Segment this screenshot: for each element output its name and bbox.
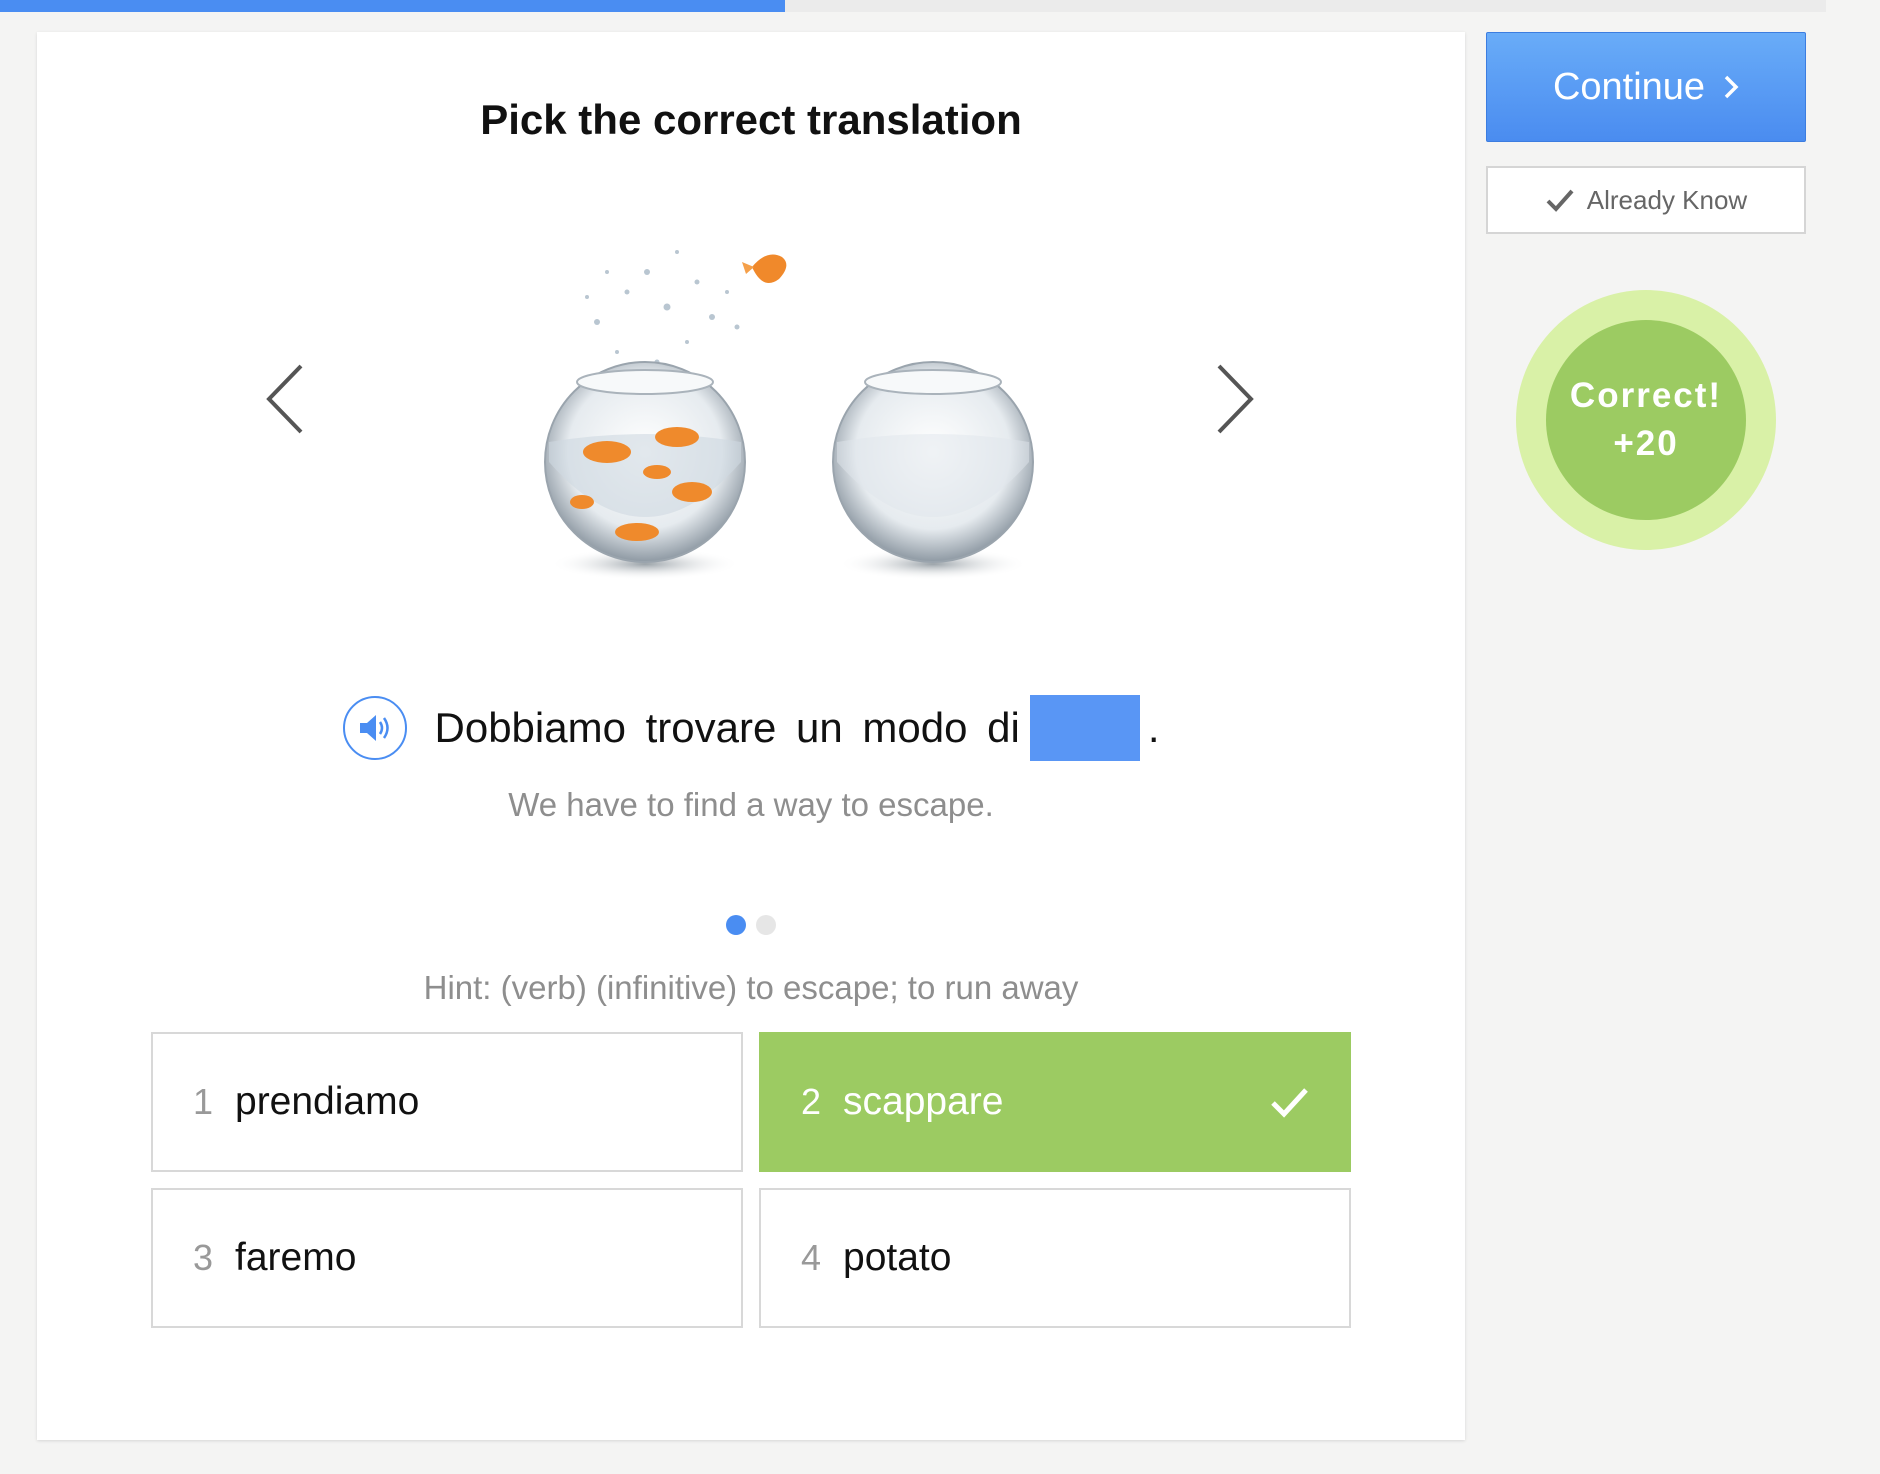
continue-label: Continue: [1552, 65, 1706, 108]
option-number: 2: [801, 1081, 822, 1122]
points-earned: +20: [1613, 424, 1679, 463]
hint-text: Hint: (verb) (infinitive) to escape; to …: [423, 969, 1079, 1006]
slide-indicator: [37, 915, 1465, 935]
already-know-button[interactable]: Already Know: [1486, 166, 1806, 234]
answer-options: 1 prendiamo 2 scappare 3 faremo 4 potato: [151, 1032, 1351, 1328]
option-number: 4: [801, 1237, 822, 1278]
option-3[interactable]: 3 faremo: [151, 1188, 743, 1328]
sentence-translation: We have to find a way to escape.: [508, 786, 994, 823]
option-number: 1: [193, 1081, 214, 1122]
feedback-text: Correct!: [1569, 376, 1723, 415]
answer-blank: [1029, 695, 1140, 761]
option-4[interactable]: 4 potato: [759, 1188, 1351, 1328]
option-word: faremo: [235, 1236, 357, 1279]
progress-bar: [0, 0, 1826, 12]
continue-button[interactable]: Continue: [1486, 32, 1806, 142]
sentence-end: .: [1147, 704, 1160, 751]
speaker-icon[interactable]: [342, 696, 407, 760]
slide-dot-1[interactable]: [726, 915, 746, 935]
correct-feedback-inner: Correct! +20: [1546, 320, 1746, 520]
option-2[interactable]: 2 scappare: [759, 1032, 1351, 1172]
option-word: scappare: [843, 1080, 1004, 1123]
already-know-label: Already Know: [1586, 184, 1748, 215]
chevron-right-small-icon: [1724, 75, 1739, 99]
sentence-text: Dobbiamo trovare un modo di: [434, 704, 1020, 751]
progress-bar-fill: [0, 0, 786, 12]
exercise-card: Pick the correct translation Dobbiamo tr…: [37, 32, 1465, 1440]
correct-feedback-badge: Correct! +20: [1516, 290, 1776, 550]
option-word: prendiamo: [235, 1080, 420, 1123]
slide-dot-2[interactable]: [756, 915, 776, 935]
chevron-right-icon[interactable]: [1205, 354, 1265, 444]
check-icon: [1269, 1082, 1309, 1127]
option-word: potato: [843, 1236, 952, 1279]
option-number: 3: [193, 1237, 214, 1278]
instruction-title: Pick the correct translation: [480, 96, 1022, 143]
option-1[interactable]: 1 prendiamo: [151, 1032, 743, 1172]
chevron-left-icon[interactable]: [255, 354, 315, 444]
sentence-row: Dobbiamo trovare un modo di .: [37, 692, 1465, 764]
goldfish-bowls-illustration: [497, 212, 1057, 612]
check-icon: [1546, 189, 1574, 212]
target-sentence: Dobbiamo trovare un modo di .: [434, 695, 1160, 761]
